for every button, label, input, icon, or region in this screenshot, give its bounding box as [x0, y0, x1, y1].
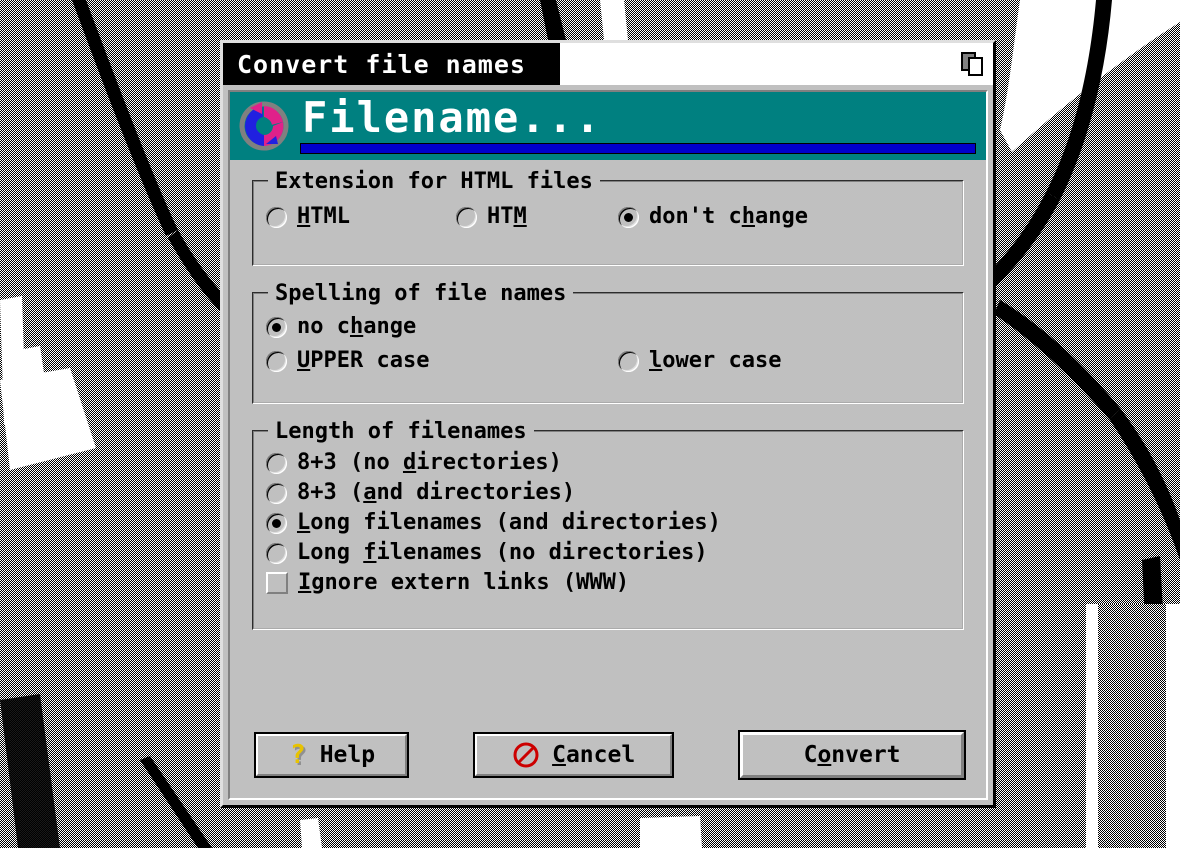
cancel-button-label: Cancel	[552, 742, 636, 768]
radio-indicator	[266, 206, 287, 228]
radio-spelling-lower[interactable]: lower case	[618, 348, 782, 374]
radio-label: lower case	[649, 348, 782, 374]
banner-underline-bar	[300, 143, 976, 154]
radio-indicator	[456, 206, 477, 228]
group-extension-title: Extension for HTML files	[268, 169, 600, 194]
banner: Filename...	[230, 92, 986, 160]
group-length: Length of filenames 8+3 (no directories)…	[252, 419, 964, 630]
group-spelling-title: Spelling of file names	[268, 281, 574, 306]
radio-label: don't change	[649, 204, 808, 230]
checkbox-ignore-extern-links[interactable]: Ignore extern links (WWW)	[266, 570, 630, 596]
radio-length-83-no-dirs[interactable]: 8+3 (no directories)	[266, 450, 562, 476]
help-button-label: Help	[319, 742, 376, 768]
radio-indicator	[266, 542, 287, 564]
title-tab: Convert file names	[223, 43, 560, 85]
radio-length-long-and-dirs[interactable]: Long filenames (and directories)	[266, 510, 721, 536]
radio-label: UPPER case	[297, 348, 430, 374]
radio-ext-htm[interactable]: HTM	[456, 204, 618, 230]
radio-label: 8+3 (and directories)	[297, 480, 576, 506]
group-spelling: Spelling of file names no change UPPER c…	[252, 281, 964, 404]
radio-indicator	[266, 452, 287, 474]
group-length-title: Length of filenames	[268, 419, 534, 444]
radio-indicator	[266, 512, 287, 534]
radio-indicator	[266, 482, 287, 504]
checkbox-indicator	[266, 572, 288, 594]
radio-label: no change	[297, 314, 417, 340]
title-bar-right	[559, 43, 993, 85]
convert-button[interactable]: Convert	[738, 730, 966, 780]
window-title: Convert file names	[237, 49, 526, 79]
convert-button-label: Convert	[803, 742, 901, 768]
banner-title: Filename...	[302, 93, 603, 142]
radio-indicator	[618, 206, 639, 228]
radio-spelling-no-change[interactable]: no change	[266, 314, 417, 340]
banner-main: Filename...	[300, 93, 976, 154]
group-extension: Extension for HTML files HTML HTM don't …	[252, 169, 964, 266]
radio-label: Long filenames (and directories)	[297, 510, 721, 536]
convert-refresh-icon	[239, 101, 289, 151]
no-entry-icon	[513, 742, 539, 768]
radio-ext-dont-change[interactable]: don't change	[618, 204, 808, 230]
radio-label: 8+3 (no directories)	[297, 450, 562, 476]
radio-length-long-no-dirs[interactable]: Long filenames (no directories)	[266, 540, 708, 566]
radio-indicator	[618, 350, 639, 372]
radio-label: HTML	[297, 204, 350, 230]
radio-label: Long filenames (no directories)	[297, 540, 708, 566]
radio-ext-html[interactable]: HTML	[266, 204, 456, 230]
button-row: ? Help Cancel Convert	[252, 730, 966, 798]
radio-spelling-upper[interactable]: UPPER case	[266, 348, 618, 374]
title-bar[interactable]: Convert file names	[223, 43, 993, 85]
cancel-button[interactable]: Cancel	[473, 732, 675, 778]
radio-indicator	[266, 350, 287, 372]
radio-length-83-and-dirs[interactable]: 8+3 (and directories)	[266, 480, 576, 506]
question-mark-icon: ?	[290, 740, 306, 770]
radio-label: HTM	[487, 204, 527, 230]
checkbox-label: Ignore extern links (WWW)	[298, 570, 630, 596]
help-button[interactable]: ? Help	[253, 732, 410, 778]
cascade-windows-icon[interactable]	[961, 52, 985, 76]
dialog-body: Extension for HTML files HTML HTM don't …	[230, 160, 986, 798]
radio-indicator	[266, 316, 287, 338]
client-area: Filename... Extension for HTML files HTM…	[228, 90, 988, 800]
dialog-window: Convert file names Filename... Extension…	[220, 40, 996, 808]
cascade-sheet-front	[968, 57, 983, 76]
